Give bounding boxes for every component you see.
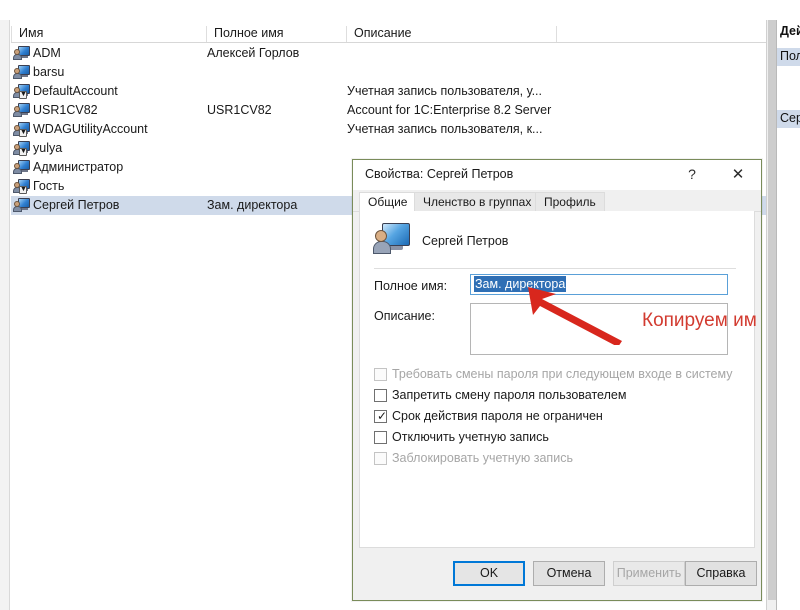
close-icon[interactable]: ✕	[721, 160, 755, 189]
tab-group-membership[interactable]: Членство в группах	[414, 192, 541, 212]
user-disabled-icon: ▼	[13, 122, 30, 137]
user-properties-dialog: Свойства: Сергей Петров ? ✕ Общие Членст…	[352, 159, 762, 601]
checkbox-3[interactable]	[374, 431, 387, 444]
user-icon	[13, 103, 30, 118]
cell-description	[347, 141, 617, 157]
checkbox-row: Требовать смены пароля при следующем вхо…	[374, 366, 736, 385]
checkbox-label: Отключить учетную запись	[392, 430, 549, 444]
apply-button: Применить	[613, 561, 685, 586]
user-display-name: Сергей Петров	[422, 234, 509, 248]
help-icon[interactable]: ?	[675, 160, 709, 189]
cell-name: USR1CV82	[33, 103, 98, 117]
user-account-icon	[373, 223, 410, 257]
cell-name: Сергей Петров	[33, 198, 120, 212]
description-label: Описание:	[374, 309, 435, 323]
user-icon	[13, 65, 30, 80]
checkbox-2[interactable]: ✓	[374, 409, 388, 423]
cell-fullname: Алексей Горлов	[207, 46, 300, 60]
checkbox-0	[374, 368, 387, 381]
table-row[interactable]: ADM Алексей Горлов	[11, 44, 766, 63]
cell-description	[347, 65, 617, 81]
cell-description	[347, 46, 617, 62]
actions-pane-title: Дей	[780, 24, 800, 38]
full-name-label: Полное имя:	[374, 279, 448, 293]
scrollbar-thumb[interactable]	[768, 20, 776, 600]
tab-profile[interactable]: Профиль	[535, 192, 605, 212]
tab-general[interactable]: Общие	[359, 192, 417, 212]
dialog-title-bar[interactable]: Свойства: Сергей Петров ? ✕	[353, 160, 761, 190]
cell-name: ADM	[33, 46, 61, 60]
dialog-title-text: Свойства: Сергей Петров	[365, 167, 514, 181]
cell-description: Учетная запись пользователя, у...	[347, 84, 543, 98]
dialog-general-panel: Сергей Петров Полное имя: Зам. директора…	[359, 211, 755, 548]
vertical-scrollbar[interactable]	[766, 20, 776, 610]
table-row[interactable]: ▼ yulya	[11, 139, 766, 158]
cell-fullname: Зам. директора	[207, 198, 298, 212]
help-button[interactable]: Справка	[685, 561, 757, 586]
screen: Имя Полное имя Описание ADM Алексей Горло…	[0, 0, 800, 610]
pane-left-rail	[0, 20, 10, 610]
dialog-tabstrip: Общие Членство в группах Профиль	[353, 190, 761, 212]
cell-description: Учетная запись пользователя, к...	[347, 122, 543, 136]
checkbox-1[interactable]	[374, 389, 387, 402]
dialog-button-bar: OK Отмена Применить Справка	[353, 553, 761, 599]
column-header-extra[interactable]	[556, 26, 766, 42]
annotation-arrow-icon	[528, 287, 622, 345]
user-disabled-icon: ▼	[13, 179, 30, 194]
table-row[interactable]: ▼ DefaultAccount Учетная запись пользовате…	[11, 82, 766, 101]
cell-description: Account for 1C:Enterprise 8.2 Server	[347, 103, 552, 117]
cell-fullname	[207, 65, 347, 81]
user-disabled-icon: ▼	[13, 84, 30, 99]
divider	[374, 268, 736, 269]
cancel-button[interactable]: Отмена	[533, 561, 605, 586]
ok-button[interactable]: OK	[453, 561, 525, 586]
column-header-name[interactable]: Имя	[11, 26, 206, 42]
checkbox-label: Срок действия пароля не ограничен	[392, 409, 603, 423]
column-header-description[interactable]: Описание	[346, 26, 556, 42]
pane-top-gap	[0, 0, 766, 20]
actions-pane: Дей Пол Сер	[776, 20, 800, 610]
user-icon	[13, 198, 30, 213]
table-row[interactable]: barsu	[11, 63, 766, 82]
table-row[interactable]: ▼ WDAGUtilityAccount Учетная запись пользо…	[11, 120, 766, 139]
check-icon: ✓	[377, 409, 388, 423]
cell-name: yulya	[33, 141, 63, 155]
list-column-headers: Имя Полное имя Описание	[11, 23, 766, 43]
checkbox-row[interactable]: Отключить учетную запись	[374, 429, 736, 448]
checkbox-label: Заблокировать учетную запись	[392, 451, 573, 465]
checkbox-row[interactable]: Запретить смену пароля пользователем	[374, 387, 736, 406]
checkbox-label: Запретить смену пароля пользователем	[392, 388, 627, 402]
cell-fullname	[207, 160, 347, 176]
annotation-text: Копируем им	[642, 310, 757, 331]
column-header-fullname[interactable]: Полное имя	[206, 26, 346, 42]
user-icon	[13, 160, 30, 175]
user-disabled-icon: ▼	[13, 141, 30, 156]
checkbox-row[interactable]: ✓ Срок действия пароля не ограничен	[374, 408, 736, 427]
cell-fullname	[207, 84, 347, 100]
user-header: Сергей Петров	[373, 223, 734, 263]
checkbox-4	[374, 452, 387, 465]
cell-name: barsu	[33, 65, 65, 79]
table-row[interactable]: USR1CV82 USR1CV82 Account for 1C:Enterpris…	[11, 101, 766, 120]
cell-name: WDAGUtilityAccount	[33, 122, 148, 136]
cell-fullname	[207, 141, 347, 157]
cell-name: DefaultAccount	[33, 84, 118, 98]
cell-fullname	[207, 179, 347, 195]
cell-name: Администратор	[33, 160, 124, 174]
cell-fullname	[207, 122, 347, 138]
actions-section-users[interactable]: Пол	[777, 48, 800, 66]
cell-name: Гость	[33, 179, 65, 193]
checkbox-label: Требовать смены пароля при следующем вхо…	[392, 367, 733, 381]
cell-fullname: USR1CV82	[207, 103, 272, 117]
actions-section-user[interactable]: Сер	[777, 110, 800, 128]
checkbox-row: Заблокировать учетную запись	[374, 450, 736, 469]
user-icon	[13, 46, 30, 61]
